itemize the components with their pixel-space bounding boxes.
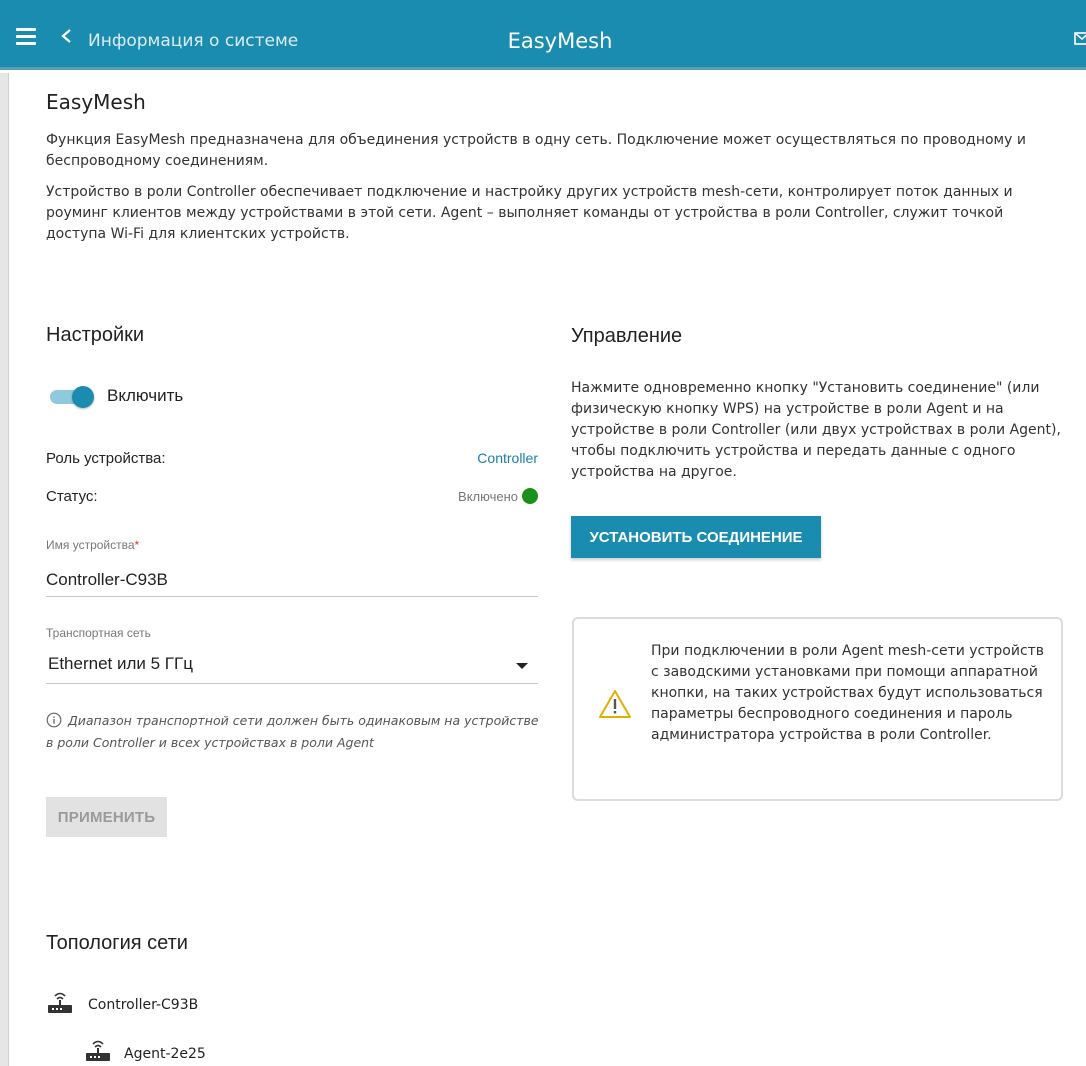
status-label: Статус:	[46, 488, 98, 505]
transport-network-select[interactable]: Ethernet или 5 ГГц	[46, 650, 538, 684]
topology-node-agent[interactable]: Agent-2e25	[124, 1046, 206, 1062]
warning-text: При подключении в роли Agent mesh-сети у…	[651, 643, 1045, 743]
dropdown-caret-icon	[516, 663, 528, 669]
management-description: Нажмите одновременно кнопку "Установить …	[571, 380, 1061, 480]
description-paragraph-2: Устройство в роли Controller обеспечивае…	[46, 184, 1013, 242]
enable-toggle[interactable]	[48, 386, 94, 408]
section-heading-easymesh: EasyMesh	[46, 90, 146, 114]
mail-icon[interactable]	[1074, 32, 1086, 45]
toggle-knob	[72, 386, 94, 408]
device-role-label: Роль устройства:	[46, 450, 166, 467]
left-sidebar	[0, 73, 8, 1066]
transport-network-value: Ethernet или 5 ГГц	[48, 654, 193, 673]
top-bar: Информация о системе EasyMesh	[0, 0, 1086, 70]
status-value: Включено	[458, 489, 518, 504]
required-mark: *	[134, 538, 140, 552]
connect-button[interactable]: УСТАНОВИТЬ СОЕДИНЕНИЕ	[571, 516, 821, 558]
apply-button[interactable]: ПРИМЕНИТЬ	[46, 797, 167, 837]
sidebar-divider	[8, 73, 9, 1066]
topology-node-controller[interactable]: Controller-C93B	[88, 997, 198, 1013]
router-icon	[86, 1040, 110, 1061]
management-heading: Управление	[571, 325, 683, 347]
enable-toggle-label: Включить	[107, 386, 184, 405]
transport-hint: Диапазон транспортной сети должен быть о…	[46, 713, 539, 750]
page-title: EasyMesh	[507, 29, 613, 53]
router-icon	[48, 992, 72, 1013]
warning-icon	[599, 690, 631, 718]
description-paragraph-1: Функция EasyMesh предназначена для объед…	[46, 132, 1026, 169]
transport-network-caption: Транспортная сеть	[46, 626, 151, 640]
topology-heading: Топология сети	[46, 932, 188, 954]
device-name-field[interactable]	[46, 563, 538, 597]
status-indicator	[522, 488, 538, 504]
device-name-caption-text: Имя устройства	[46, 538, 135, 552]
device-role-value[interactable]: Controller	[420, 450, 538, 466]
settings-heading: Настройки	[46, 324, 145, 346]
device-name-caption: Имя устройства*	[46, 538, 139, 552]
